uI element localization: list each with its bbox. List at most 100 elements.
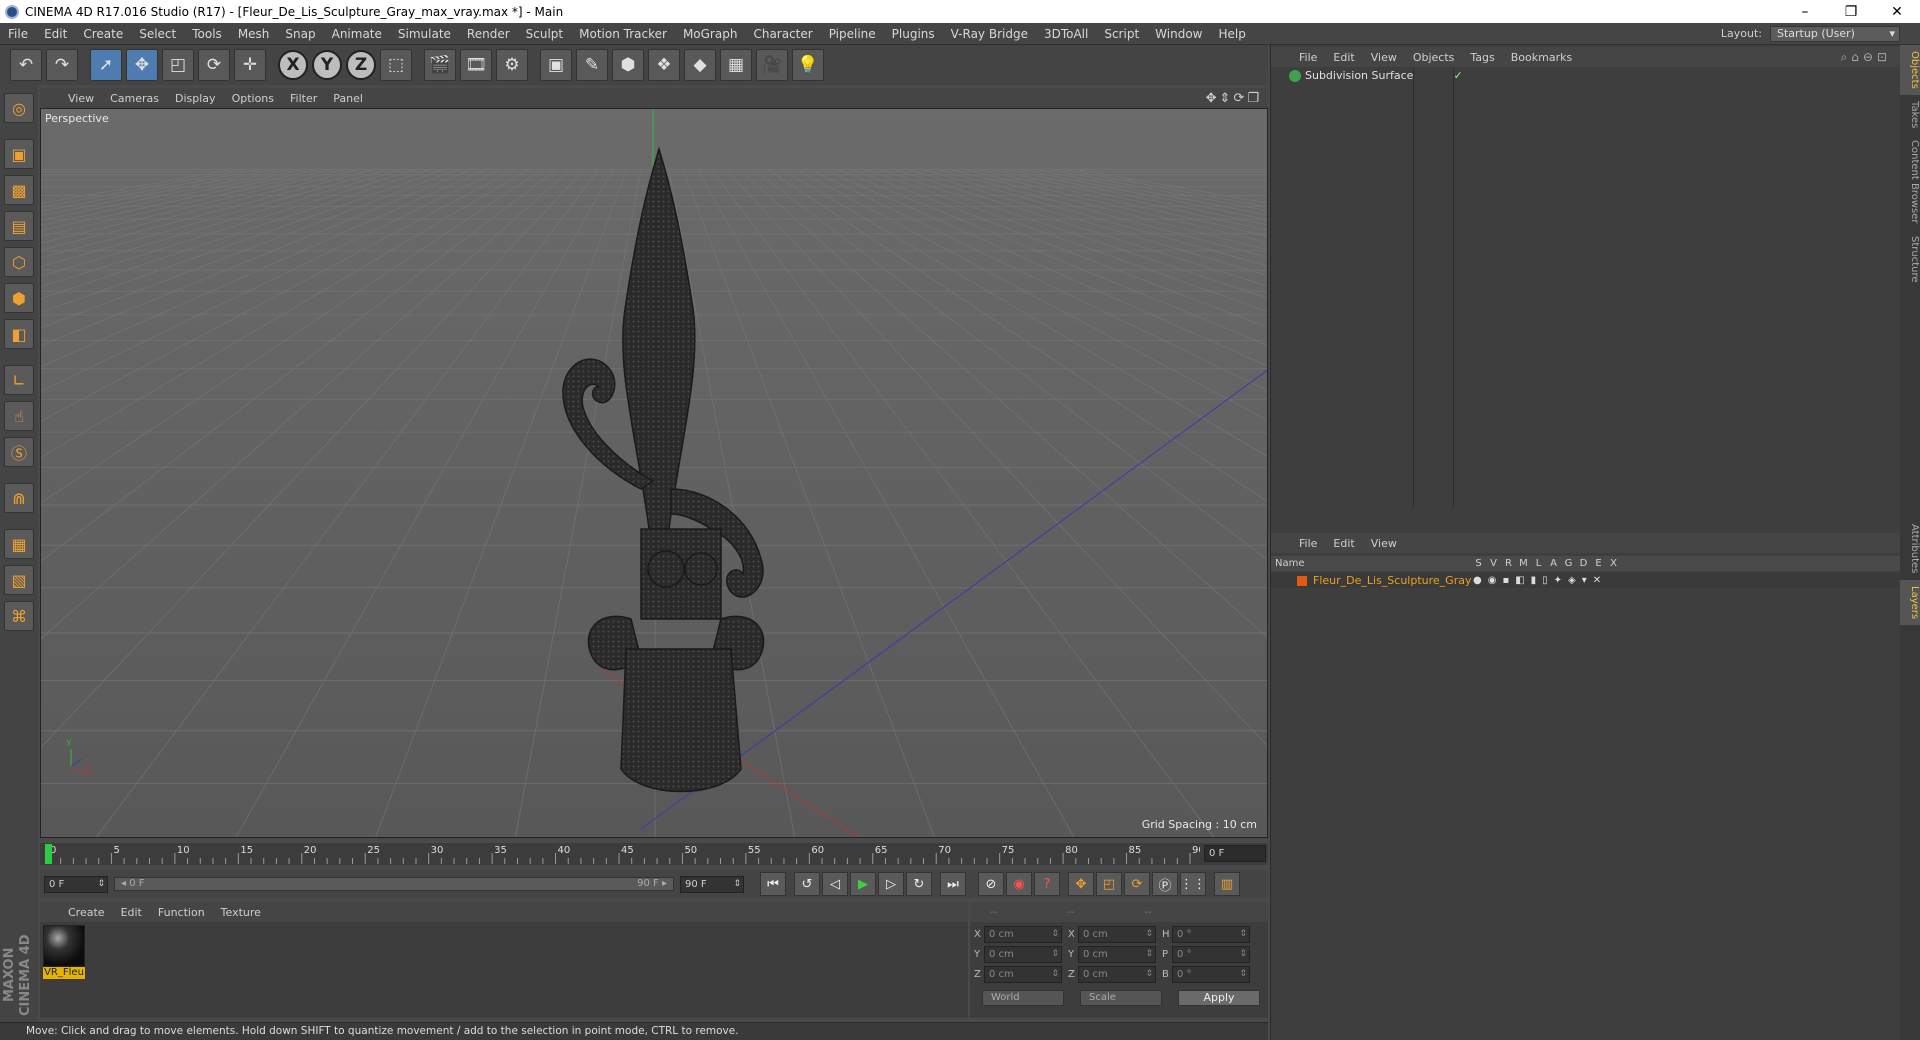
layer-flag-icons[interactable]: ●◉▪◧▮▯✦◈▾✕ bbox=[1473, 575, 1607, 586]
menu-tools[interactable]: Tools bbox=[184, 27, 230, 41]
render-view-icon[interactable]: 🎬 bbox=[424, 49, 456, 81]
menu-render[interactable]: Render bbox=[459, 27, 518, 41]
size-x-field[interactable]: 0 cm bbox=[1078, 926, 1156, 943]
end-frame-field[interactable]: 90 F bbox=[680, 875, 744, 893]
undo-icon[interactable]: ↶ bbox=[10, 49, 42, 81]
menu-snap[interactable]: Snap bbox=[277, 27, 323, 41]
play-icon[interactable]: ▶ bbox=[850, 872, 876, 896]
layer-row[interactable]: Fleur_De_Lis_Sculpture_Gray ●◉▪◧▮▯✦◈▾✕ bbox=[1271, 573, 1901, 588]
menu-mograph[interactable]: MoGraph bbox=[675, 27, 746, 41]
size-y-field[interactable]: 0 cm bbox=[1078, 946, 1156, 963]
edges-mode-icon[interactable]: ⬢ bbox=[4, 283, 34, 313]
coordinate-system-icon[interactable]: ⬚ bbox=[380, 49, 412, 81]
previous-key-icon[interactable]: ↺ bbox=[794, 872, 820, 896]
objects-menu-file[interactable]: File bbox=[1291, 51, 1325, 64]
viewport-menu-view[interactable]: View bbox=[60, 92, 102, 105]
go-to-end-icon[interactable]: ⏭ bbox=[940, 872, 966, 896]
menu-select[interactable]: Select bbox=[131, 27, 184, 41]
menu-window[interactable]: Window bbox=[1147, 27, 1210, 41]
viewport-menu-cameras[interactable]: Cameras bbox=[102, 92, 167, 105]
object-name[interactable]: Subdivision Surface bbox=[1305, 69, 1413, 82]
objects-menu-view[interactable]: View bbox=[1363, 51, 1405, 64]
layers-menu-file[interactable]: File bbox=[1291, 537, 1325, 550]
enabled-check-icon[interactable]: ✓ bbox=[1453, 69, 1462, 82]
menu-character[interactable]: Character bbox=[745, 27, 820, 41]
material-menu-function[interactable]: Function bbox=[150, 906, 213, 919]
tab-attributes[interactable]: Attributes bbox=[1900, 518, 1920, 579]
object-manager-search-icon[interactable]: ⌕⌂⊖⊡ bbox=[1841, 50, 1901, 65]
tab-layers[interactable]: Layers bbox=[1900, 579, 1920, 625]
make-editable-icon[interactable]: ◎ bbox=[4, 93, 34, 123]
menu-simulate[interactable]: Simulate bbox=[390, 27, 459, 41]
size-z-field[interactable]: 0 cm bbox=[1078, 966, 1156, 983]
subdivision-surface-icon[interactable]: ⬢ bbox=[612, 49, 644, 81]
current-frame-field[interactable]: 0 F bbox=[1204, 845, 1266, 862]
viewport-menu-options[interactable]: Options bbox=[224, 92, 282, 105]
objects-menu-tags[interactable]: Tags bbox=[1462, 51, 1502, 64]
layers-menu-edit[interactable]: Edit bbox=[1325, 537, 1362, 550]
start-frame-field[interactable]: 0 F bbox=[44, 875, 108, 893]
menu-edit[interactable]: Edit bbox=[36, 27, 75, 41]
key-point-level-icon[interactable]: ⋮⋮ bbox=[1180, 872, 1206, 896]
layer-name[interactable]: Fleur_De_Lis_Sculpture_Gray bbox=[1313, 574, 1473, 587]
menu-animate[interactable]: Animate bbox=[324, 27, 390, 41]
key-rotation-icon[interactable]: ⟳ bbox=[1124, 872, 1150, 896]
key-position-icon[interactable]: ✥ bbox=[1068, 872, 1094, 896]
maximize-button[interactable]: ❐ bbox=[1828, 4, 1874, 20]
layers-menu-view[interactable]: View bbox=[1363, 537, 1405, 550]
snap-icon[interactable]: Ⓢ bbox=[4, 437, 34, 467]
autokeying-icon[interactable]: ? bbox=[1034, 872, 1060, 896]
model-mode-icon[interactable]: ▣ bbox=[4, 139, 34, 169]
object-row[interactable]: Subdivision Surface ✓ bbox=[1275, 69, 1463, 82]
menu-plugins[interactable]: Plugins bbox=[884, 27, 943, 41]
axis-mode-icon[interactable]: ∟ bbox=[4, 365, 34, 395]
edit-render-settings-icon[interactable]: ⚙ bbox=[496, 49, 528, 81]
record-active-objects-icon[interactable]: ◉ bbox=[1006, 872, 1032, 896]
objects-menu-bookmarks[interactable]: Bookmarks bbox=[1503, 51, 1580, 64]
menu-create[interactable]: Create bbox=[75, 27, 131, 41]
tab-structure[interactable]: Structure bbox=[1900, 230, 1920, 289]
menu-3dtoall[interactable]: 3DToAll bbox=[1036, 27, 1096, 41]
workplane-mode-icon[interactable]: ▤ bbox=[4, 211, 34, 241]
polygons-mode-icon[interactable]: ◧ bbox=[4, 319, 34, 349]
timeline-window-icon[interactable]: ▥ bbox=[1214, 872, 1240, 896]
position-y-field[interactable]: 0 cm bbox=[984, 946, 1062, 963]
material-menu-edit[interactable]: Edit bbox=[113, 906, 150, 919]
close-button[interactable]: ✕ bbox=[1874, 4, 1920, 20]
timeline-ruler[interactable]: 051015202530354045505560657075808590 0 F bbox=[40, 843, 1268, 865]
viewport-menu-display[interactable]: Display bbox=[167, 92, 224, 105]
rotation-p-field[interactable]: 0 ° bbox=[1172, 946, 1250, 963]
rotation-b-field[interactable]: 0 ° bbox=[1172, 966, 1250, 983]
viewport-navigation-icons[interactable]: ✥⇕⟳❐ bbox=[1206, 91, 1268, 106]
viewport-menu-panel[interactable]: Panel bbox=[325, 92, 371, 105]
playhead-marker[interactable] bbox=[45, 844, 52, 864]
perspective-viewport[interactable]: Y Z Perspective Grid Spacing : 10 cm bbox=[40, 108, 1268, 838]
x-axis-lock-icon[interactable]: X bbox=[278, 50, 308, 80]
previous-frame-icon[interactable]: ◁ bbox=[822, 872, 848, 896]
material-menu-texture[interactable]: Texture bbox=[213, 906, 269, 919]
deformer-icon[interactable]: ◆ bbox=[684, 49, 716, 81]
tab-takes[interactable]: Takes bbox=[1900, 95, 1920, 134]
next-key-icon[interactable]: ↻ bbox=[906, 872, 932, 896]
python-icon[interactable]: ⌘ bbox=[4, 601, 34, 631]
workplane-lock-icon[interactable]: ▦ bbox=[4, 529, 34, 559]
go-to-start-icon[interactable]: ⏮ bbox=[760, 872, 786, 896]
motion-record-icon[interactable]: ⊘ bbox=[978, 872, 1004, 896]
menu-vray-bridge[interactable]: V-Ray Bridge bbox=[943, 27, 1036, 41]
recent-tool-icon[interactable]: ✛ bbox=[234, 49, 266, 81]
locked-workplane-icon[interactable]: ▧ bbox=[4, 565, 34, 595]
layout-dropdown[interactable]: Startup (User) bbox=[1770, 25, 1900, 42]
render-picture-viewer-icon[interactable]: 🎞 bbox=[460, 49, 492, 81]
menu-motion-tracker[interactable]: Motion Tracker bbox=[571, 27, 675, 41]
rotate-tool-icon[interactable]: ⟳ bbox=[198, 49, 230, 81]
tab-objects[interactable]: Objects bbox=[1900, 45, 1920, 95]
menu-mesh[interactable]: Mesh bbox=[230, 27, 278, 41]
material-swatch[interactable]: VR_Fleu bbox=[43, 925, 85, 979]
scale-tool-icon[interactable]: ◰ bbox=[162, 49, 194, 81]
floor-scene-icon[interactable]: ▦ bbox=[720, 49, 752, 81]
tweak-mode-icon[interactable]: ☝ bbox=[4, 401, 34, 431]
menu-script[interactable]: Script bbox=[1096, 27, 1147, 41]
menu-help[interactable]: Help bbox=[1210, 27, 1253, 41]
redo-icon[interactable]: ↷ bbox=[46, 49, 78, 81]
viewport-menu-filter[interactable]: Filter bbox=[282, 92, 325, 105]
